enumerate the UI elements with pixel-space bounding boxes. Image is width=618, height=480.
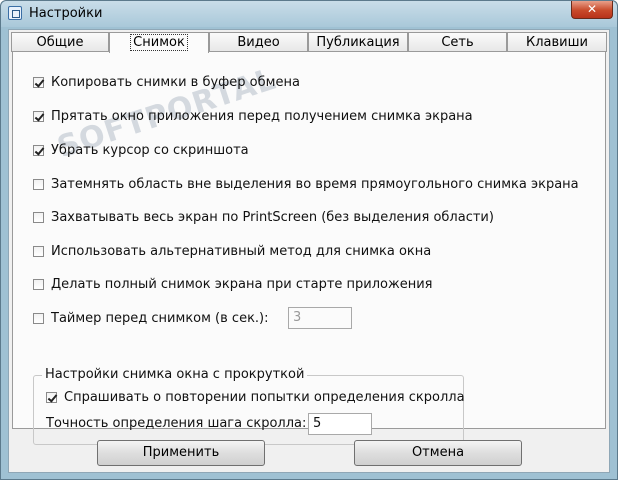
printscreen-fullscreen-checkbox[interactable] [33, 211, 44, 223]
close-button[interactable]: ✕ [571, 1, 613, 19]
apply-button[interactable]: Применить [97, 440, 265, 466]
fullscreen-on-start-checkbox[interactable] [33, 278, 44, 290]
dialog-client-area: Общие Снимок Видео Публикация Сеть Клави… [8, 29, 610, 473]
cancel-button[interactable]: Отмена [354, 440, 522, 466]
timer-seconds-input[interactable]: 3 [288, 307, 352, 329]
tab-hotkeys[interactable]: Клавиши [507, 32, 607, 52]
scroll-settings-group: Настройки снимка окна с прокруткой Спраш… [33, 367, 465, 445]
tab-publication[interactable]: Публикация [308, 32, 408, 52]
title-bar[interactable]: Настройки [1, 1, 617, 27]
remove-cursor-checkbox[interactable] [33, 144, 44, 156]
option-remove-cursor[interactable]: Убрать курсор со скриншота [33, 141, 249, 159]
dim-outside-checkbox[interactable] [33, 178, 44, 190]
option-alt-window-method[interactable]: Использовать альтернативный метод для сн… [33, 242, 431, 260]
option-printscreen-fullscreen[interactable]: Захватывать весь экран по PrintScreen (б… [33, 208, 494, 226]
option-timer[interactable]: Таймер перед снимком (в сек.): [33, 309, 269, 327]
timer-checkbox[interactable] [33, 312, 44, 324]
tab-general[interactable]: Общие [11, 32, 109, 52]
tab-video[interactable]: Видео [209, 32, 308, 52]
settings-window: Настройки ✕ Общие Снимок Видео Публикаци… [0, 0, 618, 480]
alt-window-method-checkbox[interactable] [33, 245, 44, 257]
option-hide-window[interactable]: Прятать окно приложения перед получением… [33, 107, 473, 125]
option-fullscreen-on-start[interactable]: Делать полный снимок экрана при старте п… [33, 275, 432, 293]
group-title: Настройки снимка окна с прокруткой [42, 367, 308, 382]
tab-snapshot[interactable]: Снимок [109, 32, 209, 53]
option-dim-outside[interactable]: Затемнять область вне выделения во время… [33, 175, 579, 193]
close-icon: ✕ [586, 2, 598, 16]
scroll-step-label: Точность определения шага скролла: [46, 416, 307, 431]
tab-strip: Общие Снимок Видео Публикация Сеть Клави… [9, 32, 609, 53]
copy-to-clipboard-checkbox[interactable] [33, 76, 44, 88]
hide-window-checkbox[interactable] [33, 110, 44, 122]
retry-scroll-checkbox[interactable] [46, 391, 57, 403]
window-title: Настройки [29, 6, 103, 21]
option-copy-to-clipboard[interactable]: Копировать снимки в буфер обмена [33, 73, 300, 91]
app-icon [8, 6, 22, 20]
scroll-step-input[interactable]: 5 [308, 413, 372, 435]
option-retry-scroll[interactable]: Спрашивать о повторении попытки определе… [46, 388, 465, 406]
tab-network[interactable]: Сеть [408, 32, 507, 52]
snapshot-settings-panel: SOFTPORTAL Копировать снимки в буфер обм… [12, 51, 606, 445]
